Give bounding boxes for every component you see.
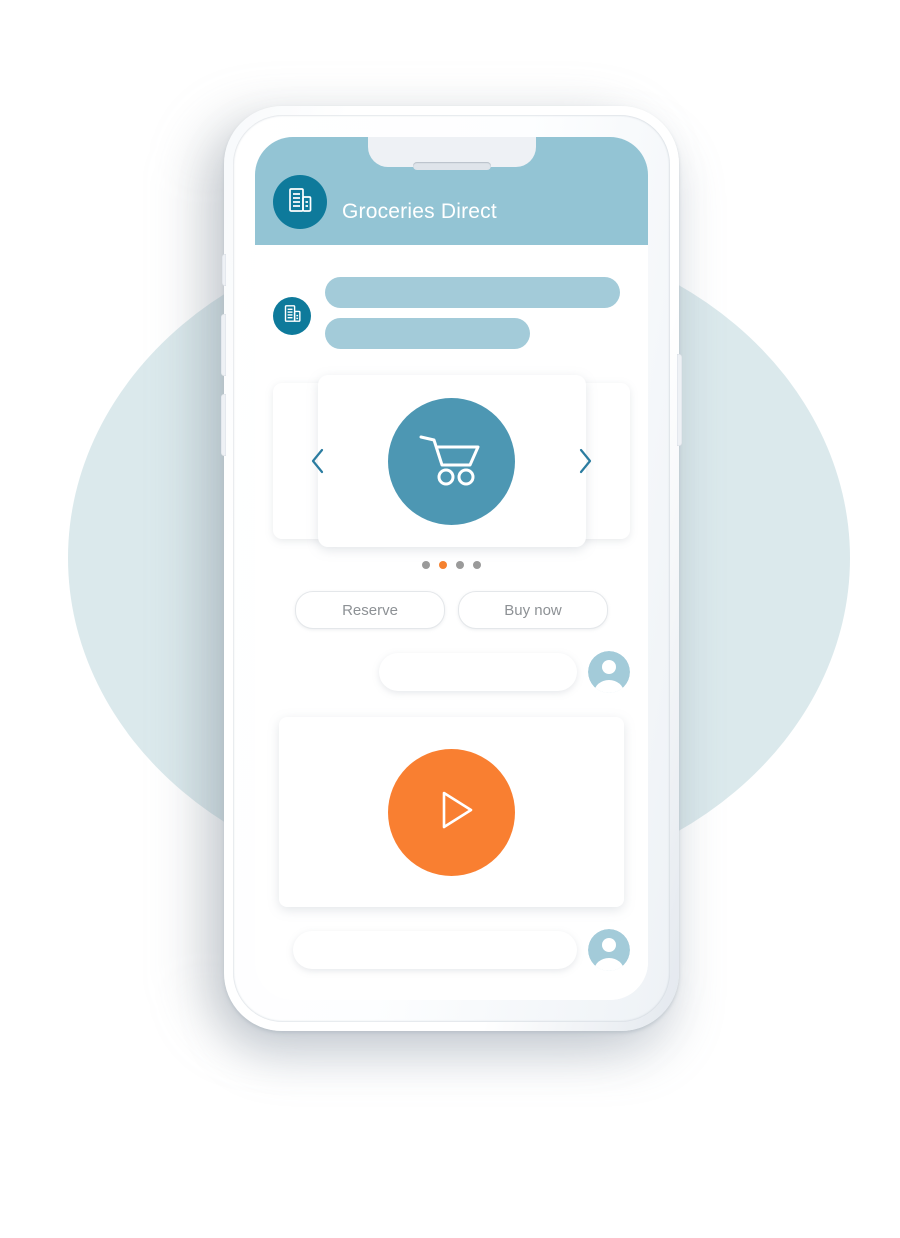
carousel-next-button[interactable] <box>576 446 594 476</box>
carousel-dot[interactable] <box>439 561 447 569</box>
speaker-grill-icon <box>412 162 491 170</box>
video-message-card[interactable] <box>279 717 624 907</box>
message-placeholder-line <box>325 277 620 308</box>
conversation-body: Reserve Buy now <box>255 245 648 1000</box>
user-avatar <box>588 651 630 693</box>
product-carousel <box>255 375 648 547</box>
product-image-placeholder <box>388 397 515 525</box>
volume-down-button[interactable] <box>221 394 226 456</box>
user-message-bubble <box>293 931 577 969</box>
app-title: Groceries Direct <box>342 200 497 223</box>
user-message-bubble <box>379 653 577 691</box>
user-avatar-icon <box>588 929 630 971</box>
quick-reply-button[interactable]: Buy now <box>458 591 608 629</box>
carousel-card-active[interactable] <box>317 375 586 547</box>
user-avatar <box>588 929 630 971</box>
bot-message-row <box>255 263 648 349</box>
carousel-dot[interactable] <box>422 561 430 569</box>
shopping-cart-icon <box>415 427 489 496</box>
carousel-pagination[interactable] <box>255 561 648 569</box>
documents-icon <box>282 303 303 329</box>
chevron-left-icon <box>311 448 324 474</box>
phone-device-frame: Groceries Direct Reserve Buy now <box>221 106 682 1031</box>
user-message-row <box>255 929 648 971</box>
user-avatar-icon <box>588 651 630 693</box>
carousel-dot[interactable] <box>456 561 464 569</box>
documents-icon <box>285 185 315 220</box>
quick-reply-buttons: Reserve Buy now <box>255 591 648 629</box>
carousel-dot[interactable] <box>473 561 481 569</box>
header-brand-avatar[interactable] <box>273 175 327 229</box>
phone-screen: Groceries Direct Reserve Buy now <box>255 137 648 1000</box>
carousel-prev-button[interactable] <box>309 446 327 476</box>
bot-avatar <box>273 297 311 335</box>
video-play-button[interactable] <box>388 748 515 876</box>
user-message-row <box>255 651 648 693</box>
bot-message-bubbles <box>325 273 620 349</box>
quick-reply-button[interactable]: Reserve <box>295 591 445 629</box>
volume-up-button[interactable] <box>221 314 226 376</box>
mockup-stage: Groceries Direct Reserve Buy now <box>0 0 900 1238</box>
phone-bezel: Groceries Direct Reserve Buy now <box>233 115 670 1022</box>
silent-switch[interactable] <box>222 254 226 286</box>
power-button[interactable] <box>677 354 682 446</box>
message-placeholder-line <box>325 318 530 349</box>
chevron-right-icon <box>579 448 592 474</box>
play-icon <box>421 779 483 846</box>
